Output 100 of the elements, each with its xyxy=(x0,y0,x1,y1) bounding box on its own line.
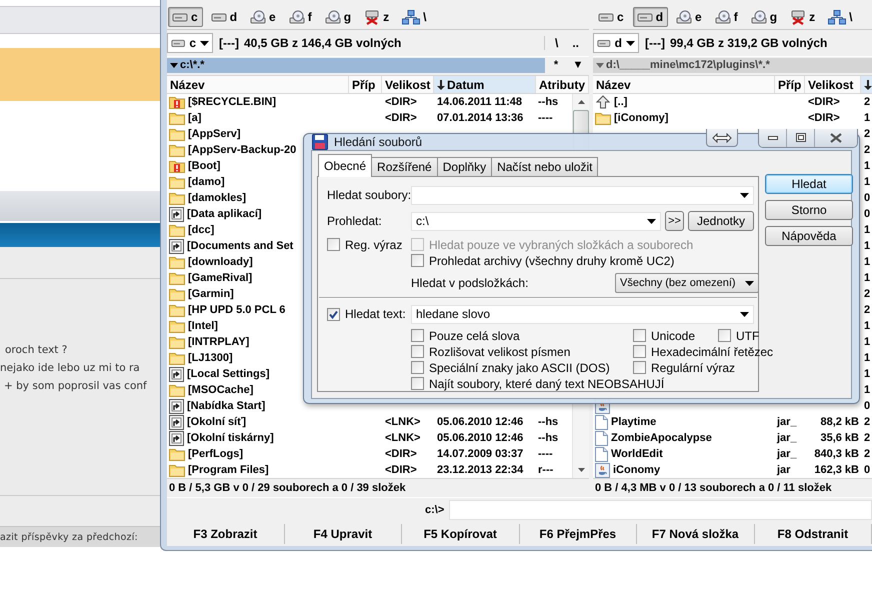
checkbox[interactable]: Unicode xyxy=(633,328,696,343)
file-name: [GameRival] xyxy=(188,272,252,284)
file-date: 2 xyxy=(864,432,870,444)
dropdown-arrow-icon xyxy=(647,218,656,224)
checkbox[interactable]: Speciální znaky jako ASCII (DOS) xyxy=(411,360,610,375)
tab[interactable]: Obecné xyxy=(318,154,372,177)
drive-button[interactable]: z xyxy=(360,7,394,27)
file-name: [INTRPLAY] xyxy=(188,336,250,348)
folder-icon xyxy=(169,111,185,125)
column-header[interactable]: Příp xyxy=(349,76,382,93)
file-date: 1 xyxy=(864,160,870,172)
tab[interactable]: Načíst nebo uložit xyxy=(491,157,598,176)
column-header[interactable]: Příp xyxy=(775,76,805,93)
java-file-icon xyxy=(595,462,610,478)
drive-button[interactable]: z xyxy=(786,7,820,27)
file-name: [Intel] xyxy=(188,320,218,332)
close-button[interactable] xyxy=(815,128,857,146)
command-field[interactable] xyxy=(449,500,872,520)
dialog-button[interactable]: Hledat xyxy=(765,174,853,194)
minimize-button[interactable] xyxy=(759,128,787,146)
browse-button[interactable]: >> xyxy=(665,211,684,231)
function-key-button[interactable]: F5 Kopírovat xyxy=(402,524,520,544)
drive-button[interactable]: d xyxy=(632,7,668,27)
drive-button[interactable]: e xyxy=(246,7,281,27)
drive-button[interactable]: g xyxy=(746,7,782,27)
scroll-down-icon[interactable] xyxy=(578,468,584,472)
tab[interactable]: Rozšířené xyxy=(371,157,438,176)
checkbox[interactable]: Hexadecimální řetězec xyxy=(633,344,774,359)
minimize-icon xyxy=(768,136,778,140)
swap-button[interactable] xyxy=(706,129,738,147)
file-size: 35,6 kB xyxy=(820,432,859,444)
file-name: [LJ1300] xyxy=(188,352,233,364)
drive-dropdown[interactable]: d xyxy=(593,33,639,53)
file-extension: jar_ xyxy=(777,448,797,460)
drive-dropdown[interactable]: c xyxy=(167,33,213,53)
tab[interactable]: Doplňky xyxy=(436,157,492,176)
path-bar[interactable]: d:\_____mine\mc172\plugins\*.* xyxy=(593,58,872,72)
checkbox[interactable]: Regulární výraz xyxy=(633,360,736,375)
drive-button[interactable]: c xyxy=(168,7,203,27)
file-date: 1 xyxy=(864,320,870,332)
free-space-text: 40,5 GB z 146,4 GB volných xyxy=(244,36,402,50)
dialog-button[interactable]: Nápověda xyxy=(765,226,853,246)
browse-button[interactable]: Jednotky xyxy=(688,211,754,231)
drive-button[interactable]: \ xyxy=(824,7,858,27)
file-date: 0 xyxy=(864,464,870,476)
column-header[interactable]: Název xyxy=(167,76,349,93)
column-header[interactable]: Název xyxy=(593,76,775,93)
drive-button[interactable]: g xyxy=(320,7,356,27)
file-name: [Local Settings] xyxy=(187,368,270,380)
folder-icon xyxy=(169,319,185,333)
search-text-field[interactable]: hledane slovo xyxy=(411,304,754,324)
dialog-button[interactable]: Storno xyxy=(765,200,853,220)
column-header[interactable]: Atributy xyxy=(536,76,589,93)
drive-icon xyxy=(636,11,653,23)
column-header[interactable]: Datum xyxy=(434,76,536,93)
file-date: 2 xyxy=(864,304,870,316)
folder-icon xyxy=(169,143,185,157)
nav-button[interactable]: .. xyxy=(570,36,581,50)
dialog-title: Hledání souborů xyxy=(334,135,422,149)
double-arrow-icon xyxy=(712,132,732,142)
scroll-up-icon[interactable] xyxy=(578,100,584,104)
drive-button[interactable]: d xyxy=(206,7,242,27)
drive-button[interactable]: f xyxy=(284,7,317,27)
drive-button[interactable]: \ xyxy=(398,7,432,27)
drive-icon xyxy=(597,37,611,49)
checkbox[interactable]: Reg. výraz xyxy=(327,237,402,252)
checkbox[interactable]: Hledat text: xyxy=(327,306,406,322)
folder-icon xyxy=(169,127,185,141)
dropdown-arrow-icon xyxy=(745,280,754,286)
file-date: 1 xyxy=(864,256,870,268)
function-key-button[interactable]: F8 Odstranit xyxy=(754,524,872,544)
search-in-field[interactable]: c:\ xyxy=(411,212,662,230)
file-date: 1 xyxy=(864,352,870,364)
maximize-button[interactable] xyxy=(787,128,815,146)
subfolder-depth-dropdown[interactable]: Všechny (bez omezení) xyxy=(615,273,759,293)
path-bar[interactable]: c:\*.* xyxy=(167,58,545,72)
function-key-button[interactable]: F7 Nová složka xyxy=(637,524,754,544)
drive-icon xyxy=(172,11,188,23)
drive-button[interactable]: e xyxy=(672,7,707,27)
drive-button[interactable]: f xyxy=(710,7,743,27)
volume-label: [---] xyxy=(645,36,665,50)
file-date: 05.06.2010 12:46 xyxy=(437,416,524,428)
file-date: 2 xyxy=(864,416,870,428)
checkbox[interactable]: Rozlišovat velikost písmen xyxy=(411,344,570,359)
function-key-button[interactable]: F6 PřejmPřes xyxy=(520,524,637,544)
function-key-button[interactable]: F4 Upravit xyxy=(284,524,402,544)
checkbox[interactable]: UTF xyxy=(718,328,760,343)
file-name: [Okolní tiskárny] xyxy=(187,432,274,444)
drive-button[interactable]: c xyxy=(594,7,629,27)
file-mask-field[interactable] xyxy=(411,186,754,204)
function-key-button[interactable]: F3 Zobrazit xyxy=(167,524,284,544)
file-date: 0 xyxy=(864,208,870,220)
checkbox[interactable]: Prohledat archivy (všechny druhy kromě UC2) xyxy=(411,253,674,268)
dropdown-arrow-icon xyxy=(740,312,749,316)
file-name: [HP UPD 5.0 PCL 6 xyxy=(188,304,286,316)
nav-button[interactable]: \ xyxy=(552,36,560,50)
file-name: [Okolní síť] xyxy=(187,416,246,428)
checkbox[interactable]: Pouze celá slova xyxy=(411,328,520,343)
checkbox[interactable]: Najít soubory, které daný text NEOBSAHUJÍ xyxy=(411,376,664,391)
up-arrow-icon xyxy=(595,95,611,109)
